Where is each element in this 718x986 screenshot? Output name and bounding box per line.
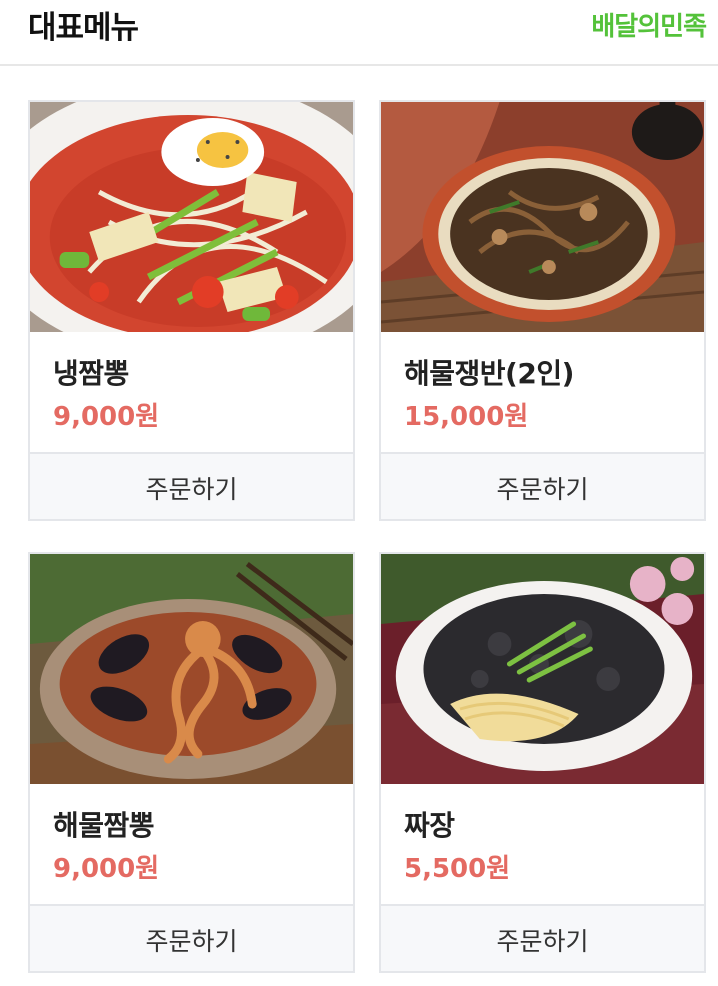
item-price: 9,000원 [53,402,160,432]
seafood-jjamppong-photo[interactable] [30,554,353,784]
seafood-jaengban-photo[interactable] [381,102,704,332]
menu-card[interactable]: 냉짬뽕 9,000원 주문하기 [28,100,355,521]
item-name: 짜장 [404,809,455,842]
order-button[interactable]: 주문하기 [30,906,353,971]
page-title: 대표메뉴 [28,10,139,46]
jajangmyeon-photo[interactable] [381,554,704,784]
brand-link[interactable]: 배달의민족 [591,6,707,43]
item-name: 해물짬뽕 [53,809,155,842]
menu-card-info: 냉짬뽕 9,000원 [30,332,353,454]
order-button[interactable]: 주문하기 [30,454,353,519]
item-name: 냉짬뽕 [53,357,129,390]
order-button[interactable]: 주문하기 [381,906,704,971]
item-price: 9,000원 [53,854,160,884]
menu-card[interactable]: 해물짬뽕 9,000원 주문하기 [28,552,355,973]
menu-card-info: 해물쟁반(2인) 15,000원 [381,332,704,454]
order-button[interactable]: 주문하기 [381,454,704,519]
menu-card[interactable]: 짜장 5,500원 주문하기 [379,552,706,973]
header: 대표메뉴 배달의민족 [0,0,718,66]
item-price: 15,000원 [404,402,529,432]
cold-jjamppong-photo[interactable] [30,102,353,332]
menu-card-info: 짜장 5,500원 [381,784,704,906]
menu-card[interactable]: 해물쟁반(2인) 15,000원 주문하기 [379,100,706,521]
item-price: 5,500원 [404,854,511,884]
item-name: 해물쟁반(2인) [404,357,574,390]
menu-card-info: 해물짬뽕 9,000원 [30,784,353,906]
